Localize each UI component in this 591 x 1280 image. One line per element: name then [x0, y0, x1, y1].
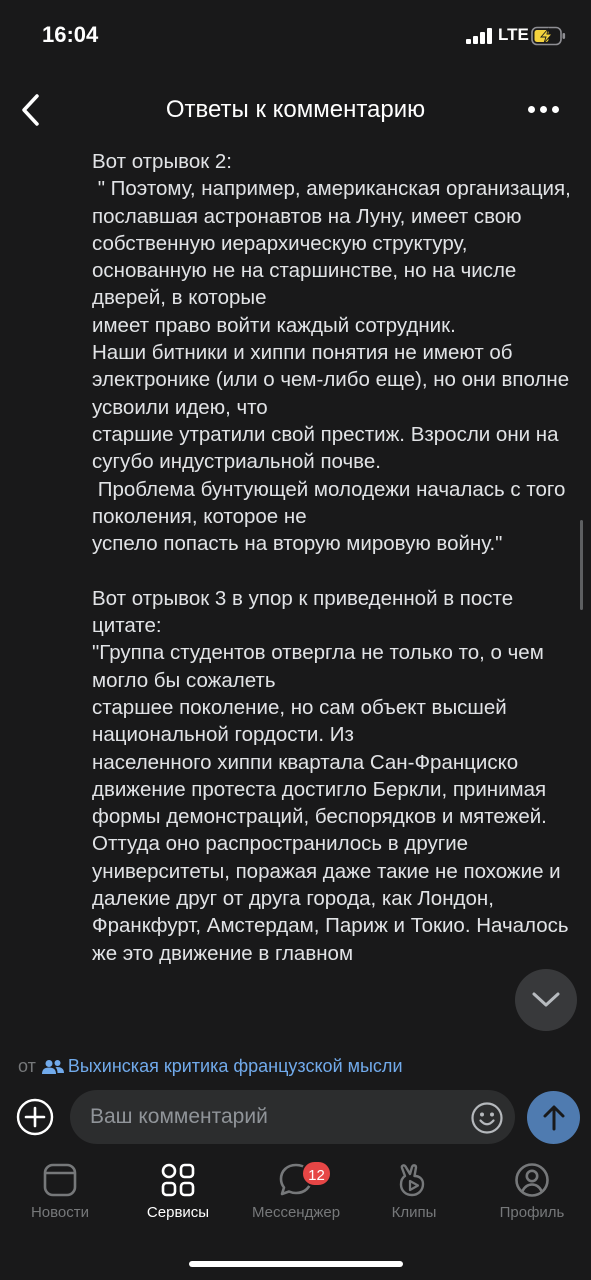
group-prefix: от — [18, 1056, 36, 1076]
tab-news[interactable]: Новости — [1, 1160, 119, 1232]
comment-text: Вот отрывок 2: " Поэтому, например, амер… — [92, 150, 571, 965]
bottom-tab-bar: Новости Сервисы 12 Мессенджер Клипы Проф… — [0, 1160, 591, 1235]
status-time: 16:04 — [42, 22, 99, 47]
home-indicator[interactable] — [189, 1261, 403, 1267]
tab-services-label: Сервисы — [146, 1204, 210, 1221]
tab-profile-label: Профиль — [499, 1204, 565, 1221]
tab-messenger-label: Мессенджер — [251, 1204, 341, 1221]
send-button[interactable] — [527, 1091, 580, 1144]
tab-news-label: Новости — [30, 1204, 90, 1221]
scroll-down-button[interactable] — [515, 969, 577, 1031]
chevron-down-icon — [532, 992, 560, 1007]
more-options-button[interactable] — [526, 102, 562, 118]
services-icon — [161, 1163, 195, 1197]
page-title: Ответы к комментарию — [165, 96, 426, 123]
news-icon — [43, 1163, 77, 1197]
group-name-link[interactable]: Выхинская критика французской мысли — [68, 1056, 403, 1077]
messenger-unread-badge: 12 — [301, 1160, 332, 1187]
status-bar: 16:04 LTE — [0, 0, 591, 70]
cellular-signal-icon — [466, 28, 496, 44]
navigation-bar: Ответы к комментарию — [0, 80, 591, 140]
comment-composer — [0, 1088, 591, 1146]
add-attachment-button[interactable] — [15, 1097, 55, 1137]
tab-services[interactable]: Сервисы — [119, 1160, 237, 1232]
tab-profile[interactable]: Профиль — [473, 1160, 591, 1232]
network-type: LTE — [498, 25, 529, 44]
comment-group-source: от Выхинская критика французской мысли — [18, 1056, 403, 1077]
clips-icon — [399, 1164, 425, 1197]
battery-charging-icon — [531, 26, 566, 46]
group-icon — [41, 1059, 64, 1074]
arrow-up-icon — [543, 1105, 564, 1130]
comment-body: Вот отрывок 2: " Поэтому, например, амер… — [0, 140, 591, 1046]
tab-clips[interactable]: Клипы — [355, 1160, 473, 1232]
tab-clips-label: Клипы — [391, 1204, 437, 1221]
emoji-icon[interactable] — [470, 1101, 504, 1135]
comment-input[interactable] — [70, 1090, 515, 1144]
scrollbar[interactable] — [580, 520, 583, 610]
tab-messenger[interactable]: 12 Мессенджер — [237, 1160, 355, 1232]
profile-icon — [515, 1163, 549, 1197]
